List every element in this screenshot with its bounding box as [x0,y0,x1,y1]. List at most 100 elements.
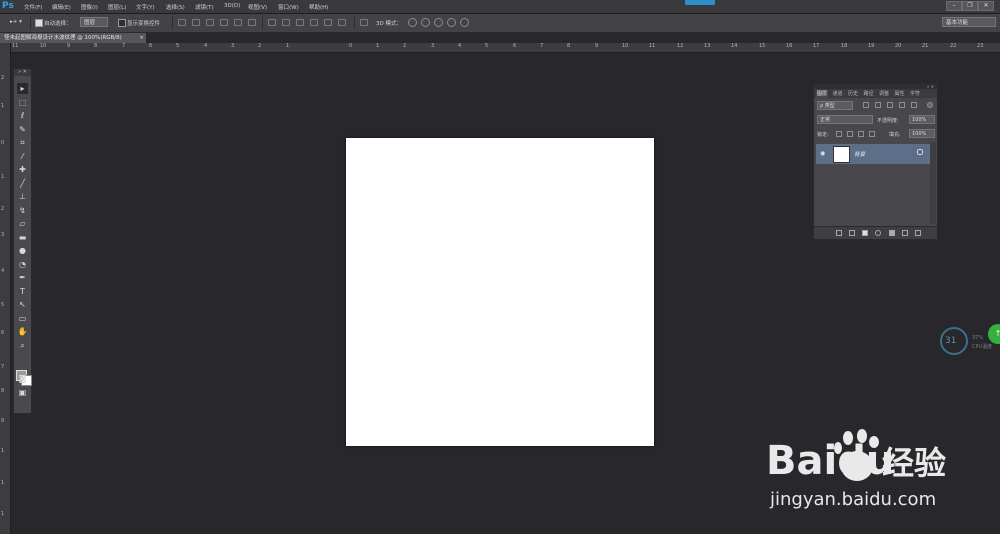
quick-select-tool-icon[interactable]: ✎ [17,124,28,135]
menu-item[interactable]: 编辑(E) [52,3,71,11]
close-document-icon[interactable]: × [139,33,144,43]
auto-align-icon[interactable] [360,19,368,26]
healing-brush-tool-icon[interactable]: ✚ [17,164,28,175]
menu-item[interactable]: 文件(F) [24,3,42,11]
align-left-icon[interactable] [220,19,228,26]
3d-slide-icon[interactable] [447,18,456,27]
new-layer-icon[interactable] [902,230,908,236]
filter-toggle-icon[interactable] [927,102,933,108]
distribute-vcenter-icon[interactable] [282,19,290,26]
distribute-left-icon[interactable] [310,19,318,26]
align-bottom-icon[interactable] [206,19,214,26]
layer-row-background[interactable]: ◉ 背景 [816,144,932,164]
filter-shape-icon[interactable] [899,102,905,108]
layers-scrollbar[interactable] [930,142,936,224]
blend-mode-dropdown[interactable]: 正常 [817,115,873,124]
panel-tab[interactable]: 路径 [863,90,875,98]
align-right-icon[interactable] [248,19,256,26]
move-tool-icon[interactable]: ▸ [17,83,28,94]
filter-pixel-icon[interactable] [863,102,869,108]
3d-roll-icon[interactable] [421,18,430,27]
3d-orbit-icon[interactable] [408,18,417,27]
menu-item[interactable]: 帮助(H) [309,3,328,11]
history-brush-tool-icon[interactable]: ↯ [17,205,28,216]
pen-tool-icon[interactable]: ✒ [17,272,28,283]
dodge-tool-icon[interactable]: ◔ [17,259,28,270]
minimize-button[interactable]: – [946,1,962,11]
panel-tab[interactable]: 图层 [816,90,829,98]
shape-tool-icon[interactable]: ▭ [17,313,28,324]
tools-panel-header[interactable]: » ✕ [14,69,31,76]
menu-item[interactable]: 视图(V) [248,3,267,11]
clone-stamp-tool-icon[interactable]: ⊥ [17,191,28,202]
restore-button[interactable]: ❐ [962,1,978,11]
document-tab[interactable]: 怪未起图解海报设计水波纹理 @ 100%(RGB/8) × [0,33,146,43]
panel-tab[interactable]: 调整 [878,90,890,98]
crop-tool-icon[interactable]: ⌗ [17,137,28,148]
filter-adjustment-icon[interactable] [875,102,881,108]
lock-image-icon[interactable] [847,131,853,137]
layer-kind-filter[interactable]: ρ 类型 [817,101,853,110]
close-button[interactable]: ✕ [978,1,994,11]
add-mask-icon[interactable] [862,230,868,236]
menu-item[interactable]: 图像(I) [81,3,98,11]
ruler-tick-label: 8 [94,43,98,49]
align-top-icon[interactable] [178,19,186,26]
panel-tab[interactable]: 通道 [832,90,844,98]
visibility-eye-icon[interactable]: ◉ [820,150,825,157]
marquee-tool-icon[interactable]: ⬚ [17,97,28,108]
distribute-top-icon[interactable] [268,19,276,26]
zoom-tool-icon[interactable]: ⌕ [17,340,28,351]
gradient-tool-icon[interactable]: ▬ [17,232,28,243]
3d-scale-icon[interactable] [460,18,469,27]
3d-pan-icon[interactable] [434,18,443,27]
auto-select-dropdown[interactable]: 图层 [80,17,108,27]
menu-item[interactable]: 窗口(W) [278,3,299,11]
distribute-right-icon[interactable] [338,19,346,26]
menu-item[interactable]: 选择(S) [166,3,185,11]
menu-item[interactable]: 文字(Y) [136,3,155,11]
brush-tool-icon[interactable]: ╱ [17,178,28,189]
document-canvas[interactable] [346,138,654,446]
delete-layer-icon[interactable] [915,230,921,236]
fill-field[interactable]: 100% [909,129,935,138]
align-vcenter-icon[interactable] [192,19,200,26]
move-tool-preset-icon[interactable]: ▸+ ▾ [10,19,22,25]
distribute-bottom-icon[interactable] [296,19,304,26]
filter-smart-object-icon[interactable] [911,102,917,108]
workspace-dropdown[interactable]: 基本功能 [942,17,996,27]
show-transform-checkbox[interactable] [118,19,126,27]
eraser-tool-icon[interactable]: ▱ [17,218,28,229]
menu-item[interactable]: 滤镜(T) [195,3,214,11]
speed-up-bubble[interactable]: ↑ [988,324,1000,344]
link-layers-icon[interactable] [836,230,842,236]
lock-position-icon[interactable] [858,131,864,137]
menu-item[interactable]: 3D(D) [224,3,240,9]
align-hcenter-icon[interactable] [234,19,242,26]
layers-panel-footer [814,226,937,239]
panel-tab[interactable]: 属性 [894,90,906,98]
layer-style-icon[interactable] [849,230,855,236]
new-adjustment-layer-icon[interactable] [875,230,881,236]
new-group-icon[interactable] [889,230,895,236]
screen-mode-icon[interactable]: ▣ [17,387,28,398]
filter-type-icon[interactable] [887,102,893,108]
eyedropper-tool-icon[interactable]: ⁄ [17,151,28,162]
panel-tab[interactable]: 字符 [909,90,921,98]
lock-transparent-icon[interactable] [836,131,842,137]
distribute-hcenter-icon[interactable] [324,19,332,26]
quick-mask-icon[interactable]: ◙ [17,373,28,384]
panel-tab[interactable]: 历史 [847,90,859,98]
path-select-tool-icon[interactable]: ↖ [17,299,28,310]
opacity-field[interactable]: 100% [909,115,935,124]
type-tool-icon[interactable]: T [17,286,28,297]
ruler-tick-label: 5 [176,43,180,49]
lasso-tool-icon[interactable]: ℓ [17,110,28,121]
menu-item[interactable]: 图层(L) [108,3,126,11]
ruler-tick-label: 1 [1,174,5,180]
layer-name[interactable]: 背景 [854,150,865,158]
auto-select-checkbox[interactable] [35,19,43,27]
lock-all-icon[interactable] [869,131,875,137]
blur-tool-icon[interactable]: ● [17,245,28,256]
hand-tool-icon[interactable]: ✋ [17,326,28,337]
